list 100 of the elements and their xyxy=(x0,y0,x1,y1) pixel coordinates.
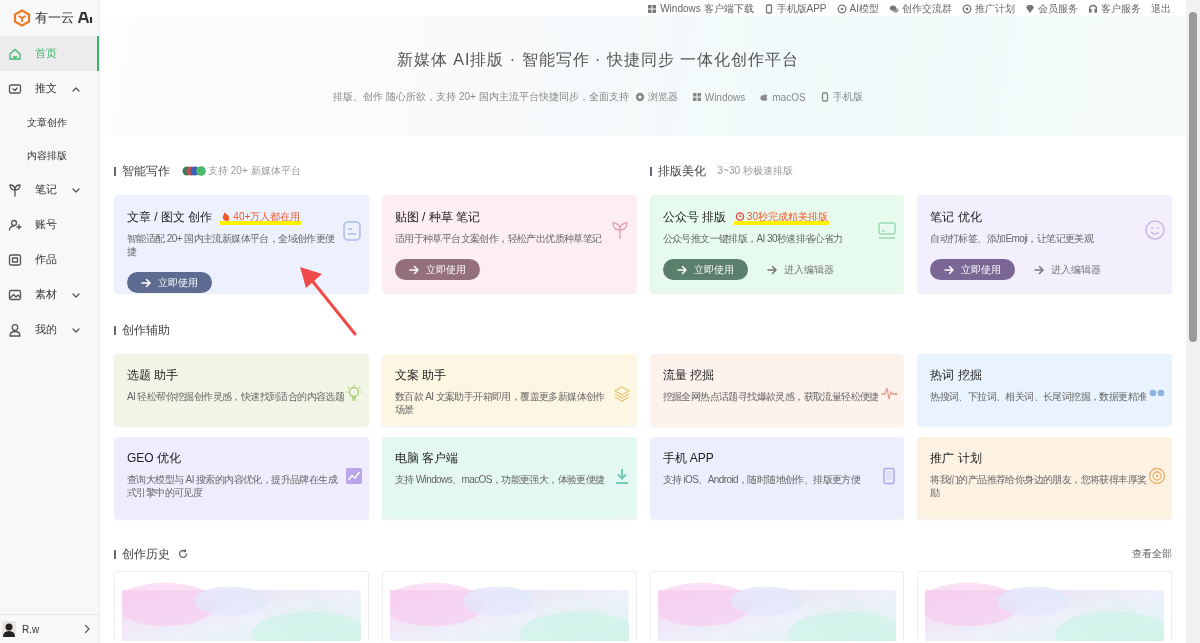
tool-card[interactable]: 热词 挖掘 热搜词、下拉词、相关词、长尾词挖掘，数据更精准 xyxy=(917,354,1172,426)
arrow-right-icon xyxy=(765,263,778,276)
cube-logo-icon xyxy=(13,9,31,27)
history-card[interactable] xyxy=(381,571,637,641)
use-button[interactable]: 立即使用 xyxy=(127,272,212,293)
ai-logo-icon xyxy=(78,12,94,24)
refresh-icon[interactable] xyxy=(178,549,188,559)
card-title: 电脑 客户端 xyxy=(394,450,460,467)
feature-card[interactable]: 公众号 排版 30秒完成精美排版 公众号推文一键排版，AI 30秒速排省心省力 立即使用 进入编辑器 xyxy=(649,195,905,293)
lightbulb-icon xyxy=(344,384,363,402)
layers-icon xyxy=(612,384,631,402)
card-description: 热搜词、下拉词、相关词、长尾词挖掘，数据更精准 xyxy=(930,390,1148,403)
top-link[interactable]: Windows 客户端下载 xyxy=(647,2,754,16)
card-description: 数百款 AI 文案助手开箱即用，覆盖更多新媒体创作场景 xyxy=(394,390,606,416)
card-title: 选题 助手 xyxy=(127,367,180,384)
view-all-link[interactable]: 查看全部 xyxy=(1132,547,1172,561)
tool-card[interactable]: GEO 优化 查询大模型与 AI 搜索的内容优化，提升品牌在生成式引擎中的可见度 xyxy=(114,437,369,519)
platform-label: Windows xyxy=(691,91,746,103)
nav-subitem[interactable]: 文章创作 xyxy=(0,106,99,139)
card-title: 公众号 排版 xyxy=(662,208,726,226)
use-button[interactable]: 立即使用 xyxy=(930,259,1016,280)
feature-card[interactable]: 贴图 / 种草 笔记 适用于种草平台文案创作，轻松产出优质种草笔记 立即使用 xyxy=(381,195,637,293)
tool-card[interactable]: 电脑 客户端 支持 Windows、macOS，功能更强大，体验更便捷 xyxy=(381,437,637,519)
chart-icon xyxy=(344,467,363,485)
user-plus-icon xyxy=(8,217,22,232)
top-link[interactable]: AI模型 xyxy=(836,2,879,16)
use-button[interactable]: 立即使用 xyxy=(662,259,748,280)
top-link[interactable]: 客户服务 xyxy=(1088,2,1141,16)
section-title: 智能写作 xyxy=(122,162,170,180)
use-button[interactable]: 立即使用 xyxy=(394,259,480,280)
top-link[interactable]: 退出 xyxy=(1151,2,1171,16)
tool-card[interactable]: 流量 挖掘 挖掘全网热点话题寻找爆款灵感，获取流量轻松便捷 xyxy=(649,354,905,426)
sprout-icon xyxy=(8,182,22,197)
nav-subitem[interactable]: 内容排版 xyxy=(0,139,99,172)
card-description: 适用于种草平台文案创作，轻松产出优质种草笔记 xyxy=(394,232,603,245)
top-link[interactable]: 推广计划 xyxy=(962,2,1015,16)
target-icon xyxy=(962,4,972,14)
editor-link[interactable]: 进入编辑器 xyxy=(765,262,834,277)
platform-label: 手机版 xyxy=(819,90,863,104)
history-card[interactable] xyxy=(917,571,1172,641)
top-link[interactable]: 创作交流群 xyxy=(889,2,952,16)
history-card[interactable] xyxy=(649,571,905,641)
annotation-arrow xyxy=(298,266,358,336)
card-description: 查询大模型与 AI 搜索的内容优化，提升品牌在生成式引擎中的可见度 xyxy=(127,473,339,499)
chat-icon xyxy=(889,4,899,14)
note-icon xyxy=(340,219,363,243)
card-title: 流量 挖掘 xyxy=(662,367,715,384)
tool-card[interactable]: 选题 助手 AI 轻松帮你挖掘创作灵感，快速找到适合的内容选题 xyxy=(114,354,369,426)
card-title: 热词 挖掘 xyxy=(930,367,983,384)
history-card[interactable] xyxy=(114,571,369,641)
arrow-right-icon xyxy=(1033,263,1046,276)
person-icon xyxy=(8,322,22,337)
phone-icon xyxy=(819,92,830,102)
arrow-right-icon xyxy=(140,276,152,289)
apple-icon xyxy=(759,92,770,102)
section-note: 3~30 秒极速排版 xyxy=(717,164,793,178)
card-title: 文案 助手 xyxy=(394,367,448,384)
browser-icon xyxy=(634,92,645,102)
diamond-icon xyxy=(1025,4,1035,14)
image-icon xyxy=(8,287,22,302)
nav-item[interactable]: 推文 xyxy=(0,71,99,106)
editor-link[interactable]: 进入编辑器 xyxy=(1033,262,1102,277)
frame-icon xyxy=(8,252,22,267)
top-link[interactable]: 会员服务 xyxy=(1025,2,1078,16)
nav-item[interactable]: 作品 xyxy=(0,242,99,277)
badge: 30秒完成精美排版 xyxy=(733,209,829,225)
scrollbar[interactable] xyxy=(1186,0,1200,643)
nav-item[interactable]: 素材 xyxy=(0,277,99,312)
section-title: 排版美化 xyxy=(657,162,706,180)
feature-card[interactable]: 文章 / 图文 创作 40+万人都在用 智能适配 20+ 国内主流新媒体平台，全域创作更便捷 立即使用 xyxy=(114,195,369,293)
hero-title: 新媒体 AI排版 · 智能写作 · 快捷同步 一体化创作平台 xyxy=(396,50,800,70)
phone-icon xyxy=(763,4,774,14)
platform-logos-icon xyxy=(182,166,206,176)
nav-item[interactable]: 我的 xyxy=(0,312,99,347)
card-title: 文章 / 图文 创作 xyxy=(127,208,213,226)
nav-item[interactable]: 笔记 xyxy=(0,172,99,207)
nav-item[interactable]: 账号 xyxy=(0,207,99,242)
tool-card[interactable]: 手机 APP 支持 iOS、Android，随时随地创作、排版更方便 xyxy=(649,437,905,519)
card-description: 公众号推文一键排版，AI 30秒速排省心省力 xyxy=(662,232,844,245)
windows-icon xyxy=(647,4,658,14)
tool-card[interactable]: 推广 计划 将我们的产品推荐给你身边的朋友，您将获得丰厚奖励 xyxy=(917,437,1172,519)
card-description: 支持 iOS、Android，随时随地创作、排版更方便 xyxy=(662,473,862,486)
tool-card[interactable]: 文案 助手 数百款 AI 文案助手开箱即用，覆盖更多新媒体创作场景 xyxy=(381,354,637,426)
arrow-right-icon xyxy=(675,263,688,276)
card-title: 笔记 优化 xyxy=(930,208,982,226)
section-title: 创作历史 xyxy=(122,545,170,563)
logo-text: 有一云 xyxy=(35,9,74,27)
alarm-clock-icon xyxy=(734,211,745,222)
windows-icon xyxy=(691,92,702,102)
feature-card[interactable]: 笔记 优化 自动打标签、添加Emoji，让笔记更美观 立即使用 进入编辑器 xyxy=(917,195,1172,293)
avatar-icon xyxy=(2,621,16,637)
card-title: GEO 优化 xyxy=(127,450,182,467)
home-icon xyxy=(8,46,22,61)
user-bar[interactable]: R.w xyxy=(0,614,99,643)
top-link[interactable]: 手机版APP xyxy=(763,2,827,16)
card-description: 挖掘全网热点话题寻找爆款灵感，获取流量轻松便捷 xyxy=(662,390,880,403)
chevron-right-icon xyxy=(83,624,91,634)
badge-icon xyxy=(1148,467,1166,485)
card-description: 支持 Windows、macOS，功能更强大，体验更便捷 xyxy=(394,473,606,486)
platform-label: macOS xyxy=(759,91,806,103)
